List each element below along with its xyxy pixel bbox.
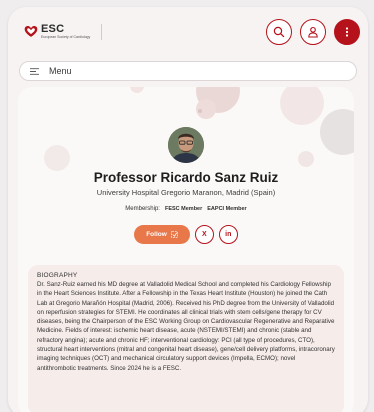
profile-card: Professor Ricardo Sanz Ruiz University H…	[18, 87, 354, 412]
biography-text: Dr. Sanz-Ruiz earned his MD degree at Va…	[37, 281, 335, 372]
search-button[interactable]	[266, 19, 292, 45]
hamburger-icon	[30, 67, 39, 75]
logo-divider	[101, 24, 103, 40]
more-vertical-icon	[345, 27, 349, 37]
biography-panel: BIOGRAPHY Dr. Sanz-Ruiz earned his MD de…	[28, 265, 344, 412]
profile-actions: Follow X in	[18, 225, 354, 244]
avatar-photo	[168, 127, 204, 163]
membership-badge: EAPCI Member	[207, 206, 247, 212]
profile-affiliation: University Hospital Gregorio Maranon, Ma…	[96, 188, 276, 197]
linkedin-icon: in	[225, 231, 232, 238]
linkedin-social-button[interactable]: in	[218, 225, 238, 244]
follow-button[interactable]: Follow	[134, 225, 190, 244]
search-icon	[273, 26, 285, 38]
more-menu-button[interactable]	[334, 19, 360, 45]
x-icon: X	[201, 231, 207, 238]
avatar	[168, 127, 204, 163]
follow-label: Follow	[146, 231, 167, 238]
decor-circle	[280, 87, 324, 125]
header: ESC European Society of Cardiology	[8, 7, 368, 57]
logo-subtitle: European Society of Cardiology	[41, 35, 91, 40]
menu-label: Menu	[49, 66, 72, 76]
decor-circle	[130, 87, 144, 93]
membership-badge: FESC Member	[164, 206, 203, 212]
profile-name: Professor Ricardo Sanz Ruiz	[93, 170, 279, 185]
decor-circle	[198, 109, 202, 113]
user-icon	[308, 26, 318, 38]
profile-section: Professor Ricardo Sanz Ruiz University H…	[18, 127, 354, 244]
esc-logo[interactable]: ESC European Society of Cardiology	[24, 23, 103, 40]
heart-logo-icon	[24, 26, 38, 37]
x-social-button[interactable]: X	[194, 225, 214, 244]
logo-esc-text: ESC	[41, 23, 65, 36]
membership-label: Membership:	[125, 206, 160, 212]
account-button[interactable]	[300, 19, 326, 45]
follow-icon	[170, 231, 178, 238]
biography-heading: BIOGRAPHY	[37, 272, 78, 279]
membership-row: Membership: FESC Member EAPCI Member	[18, 206, 354, 212]
menu-bar[interactable]: Menu	[19, 61, 357, 81]
